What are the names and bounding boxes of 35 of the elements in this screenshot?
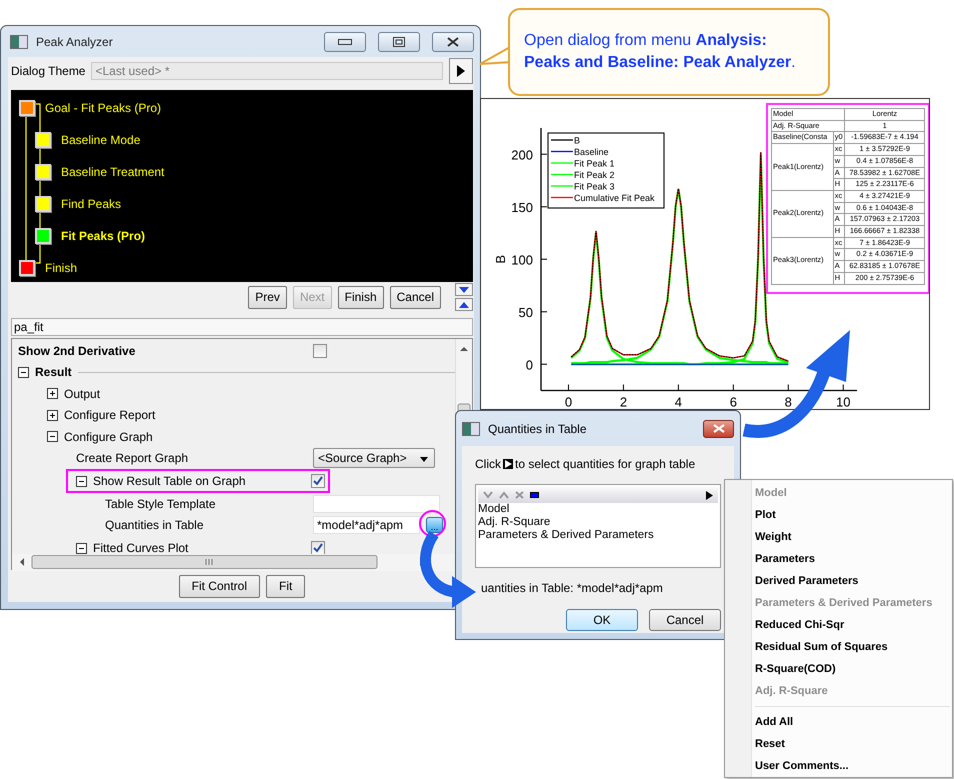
theme-label: Dialog Theme xyxy=(11,64,86,78)
callout-text: Open dialog from menu Analysis: Peaks and Baseline: Peak Analyzer. xyxy=(524,31,797,73)
property-label: Show 2nd Derivative xyxy=(18,344,136,358)
tick-label: 8 xyxy=(784,394,792,409)
tick-label: 2 xyxy=(620,394,628,409)
property-label: Create Report Graph xyxy=(76,451,188,466)
property-label: Quantities in Table xyxy=(105,518,204,532)
property-label: Result xyxy=(35,365,72,380)
tick-label: 50 xyxy=(518,304,533,320)
tick-label: 6 xyxy=(730,394,737,409)
property-label: Fitted Curves Plot xyxy=(93,541,188,554)
window-title: Peak Analyzer xyxy=(36,34,114,48)
tick-label: 100 xyxy=(511,252,533,268)
instruction-text: to select quantities for graph table xyxy=(515,457,696,471)
legend-label: Cumulative Fit Peak xyxy=(574,193,656,203)
property-label: Configure Graph xyxy=(64,430,153,444)
tick-label: 0 xyxy=(564,394,572,409)
axis-title: B xyxy=(493,254,508,264)
tick-label: 150 xyxy=(511,200,533,215)
tick-label: 200 xyxy=(511,147,533,162)
tick-label: 0 xyxy=(526,357,533,372)
legend-label: Fit Peak 1 xyxy=(574,158,615,168)
window-title: Quantities in Table xyxy=(488,422,588,436)
instruction-text: Click xyxy=(475,457,501,471)
legend-label: Baseline xyxy=(574,147,609,157)
property-label: Configure Report xyxy=(64,408,156,422)
tick-label: 10 xyxy=(836,394,850,409)
tick-label: 4 xyxy=(674,394,682,409)
summary-text: uantities in Table: *model*adj*apm xyxy=(480,581,664,595)
property-label: Output xyxy=(64,386,100,401)
legend-label: Fit Peak 2 xyxy=(574,170,615,180)
legend-label: B xyxy=(574,136,580,146)
legend-label: Fit Peak 3 xyxy=(574,182,615,192)
property-label: Show Result Table on Graph xyxy=(93,474,246,488)
property-label: Table Style Template xyxy=(105,496,216,511)
